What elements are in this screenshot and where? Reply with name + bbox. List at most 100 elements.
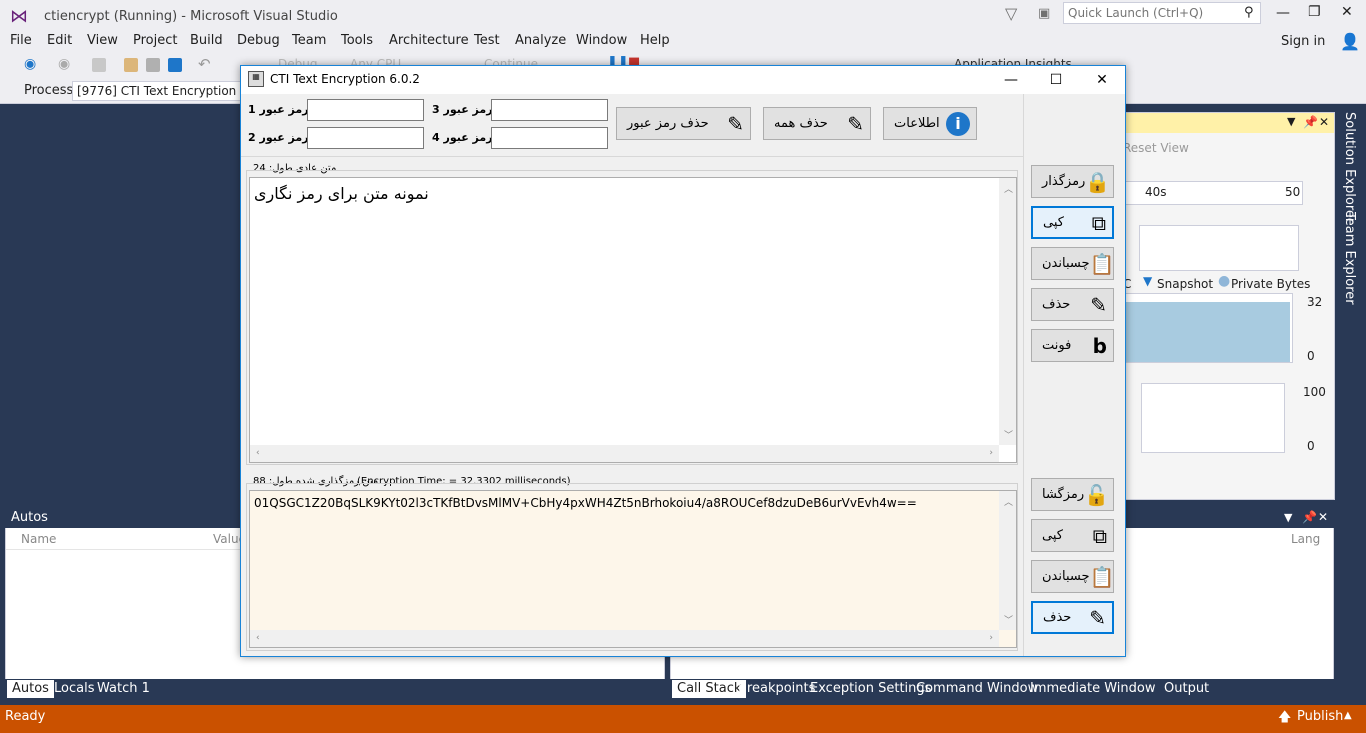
callstack-close-icon[interactable]: ✕ — [1318, 510, 1328, 524]
callstack-col-lang[interactable]: Lang — [1291, 532, 1320, 546]
tab-output[interactable]: Output — [1159, 680, 1214, 698]
timeline-40s: 40s — [1145, 185, 1167, 199]
open-file-icon[interactable] — [124, 58, 138, 72]
snapshot-icon: ▼ — [1143, 274, 1153, 288]
cti-minimize-icon[interactable]: — — [988, 66, 1034, 94]
font-button[interactable]: فونت b — [1031, 329, 1114, 362]
quick-launch-input[interactable] — [1063, 2, 1261, 24]
password-2-input[interactable] — [307, 127, 424, 149]
save-icon[interactable] — [146, 58, 160, 72]
info-icon: i — [946, 111, 970, 136]
tab-autos[interactable]: Autos — [7, 680, 54, 698]
font-label: فونت — [1042, 338, 1072, 353]
password-4-input[interactable] — [491, 127, 608, 149]
cipher-text-area[interactable]: 01QSGC1Z20BqSLK9KYt02l3cTKfBtDvsMlMV+CbH… — [249, 490, 1017, 648]
save-all-icon[interactable] — [168, 58, 182, 72]
paste-cipher-button[interactable]: چسباندن 📋 — [1031, 560, 1114, 593]
scroll-down-icon[interactable]: ﹀ — [1004, 613, 1013, 626]
menu-team[interactable]: Team — [292, 33, 326, 48]
pin-icon[interactable]: 📌 — [1303, 115, 1318, 129]
delete-cipher-button[interactable]: حذف ✎ — [1031, 601, 1114, 634]
cipher-vertical-scrollbar[interactable]: ︿ ﹀ — [999, 491, 1016, 630]
cti-dialog: ▦ CTI Text Encryption 6.0.2 — ☐ ✕ رمز عب… — [240, 65, 1126, 657]
menu-window[interactable]: Window — [576, 33, 627, 48]
menu-debug[interactable]: Debug — [237, 33, 280, 48]
tab-command-window[interactable]: Command Window — [911, 680, 1043, 698]
scroll-right-icon[interactable]: › — [989, 448, 993, 458]
autos-col-name[interactable]: Name — [21, 532, 56, 546]
cti-maximize-icon[interactable]: ☐ — [1033, 66, 1079, 94]
plain-vertical-scrollbar[interactable]: ︿ ﹀ — [999, 178, 1016, 445]
menu-test[interactable]: Test — [474, 33, 500, 48]
legend-private-bytes: Private Bytes — [1231, 277, 1311, 291]
menu-analyze[interactable]: Analyze — [515, 33, 566, 48]
paste-icon: 📋 — [1089, 251, 1115, 276]
info-button[interactable]: اطلاعات i — [883, 107, 977, 140]
feedback-icon[interactable]: ▣ — [1038, 6, 1050, 21]
menu-project[interactable]: Project — [133, 33, 177, 48]
password-1-input[interactable] — [307, 99, 424, 121]
callstack-pin-icon[interactable]: 📌 — [1302, 510, 1317, 524]
forward-icon[interactable]: ◉ — [58, 56, 70, 72]
cpu-min-label: 0 — [1307, 439, 1315, 453]
clear-all-button[interactable]: حذف همه ✎ — [763, 107, 871, 140]
right-panel-separator — [1023, 94, 1024, 656]
tab-solution-explorer[interactable]: Solution Explorer — [1342, 112, 1357, 223]
scroll-right-icon[interactable]: › — [989, 633, 993, 643]
menu-architecture[interactable]: Architecture — [389, 33, 469, 48]
undo-icon[interactable]: ↶ — [198, 55, 211, 73]
font-icon: b — [1092, 333, 1107, 358]
filter-icon[interactable]: ▽ — [1005, 4, 1017, 23]
menu-view[interactable]: View — [87, 33, 118, 48]
menu-file[interactable]: File — [10, 33, 32, 48]
menu-tools[interactable]: Tools — [341, 33, 373, 48]
clear-all-label: حذف همه — [774, 116, 828, 131]
tab-team-explorer[interactable]: Team Explorer — [1342, 212, 1357, 305]
sign-in-link[interactable]: Sign in — [1281, 34, 1325, 49]
clear-passwords-button[interactable]: حذف رمز عبور ✎ — [616, 107, 751, 140]
account-icon[interactable]: 👤 — [1340, 32, 1360, 51]
menu-edit[interactable]: Edit — [47, 33, 72, 48]
dropdown-icon[interactable]: ▼ — [1287, 115, 1295, 128]
paste-plain-label: چسباندن — [1042, 256, 1090, 271]
scroll-up-icon[interactable]: ︿ — [1004, 182, 1013, 195]
restore-icon[interactable]: ❐ — [1308, 4, 1321, 20]
plain-text-area[interactable]: نمونه متن برای رمز نگاری ︿ ﹀ ‹ › — [249, 177, 1017, 463]
scroll-left-icon[interactable]: ‹ — [256, 448, 260, 458]
decrypt-button[interactable]: رمزگشا 🔓 — [1031, 478, 1114, 511]
password-3-input[interactable] — [491, 99, 608, 121]
scroll-up-icon[interactable]: ︿ — [1004, 495, 1013, 508]
new-project-icon[interactable] — [92, 58, 106, 72]
minimize-icon[interactable]: — — [1276, 5, 1290, 21]
cti-close-icon[interactable]: ✕ — [1079, 66, 1125, 94]
scroll-left-icon[interactable]: ‹ — [256, 633, 260, 643]
unlock-icon: 🔓 — [1084, 482, 1110, 507]
copy-icon: ⧉ — [1092, 523, 1107, 548]
tab-watch-1[interactable]: Watch 1 — [92, 680, 155, 698]
password-2-label: رمز عبور 2 — [248, 131, 309, 144]
paste-plain-button[interactable]: چسباندن 📋 — [1031, 247, 1114, 280]
back-icon[interactable]: ◉ — [24, 56, 36, 72]
eraser-icon: ✎ — [847, 111, 864, 136]
copy-plain-button[interactable]: کپی ⧉ — [1031, 206, 1114, 239]
callstack-dropdown-icon[interactable]: ▼ — [1284, 511, 1292, 524]
tab-immediate-window[interactable]: Immediate Window — [1025, 680, 1160, 698]
publish-button[interactable]: Publish — [1297, 709, 1343, 724]
eraser-icon: ✎ — [1090, 292, 1107, 317]
menu-help[interactable]: Help — [640, 33, 670, 48]
publish-arrow-icon[interactable]: ▲ — [1344, 710, 1352, 721]
process-dropdown[interactable]: [9776] CTI Text Encryption 6.0.v — [72, 81, 242, 101]
plain-horizontal-scrollbar[interactable]: ‹ › — [250, 445, 999, 462]
delete-plain-button[interactable]: حذف ✎ — [1031, 288, 1114, 321]
copy-cipher-button[interactable]: کپی ⧉ — [1031, 519, 1114, 552]
scroll-down-icon[interactable]: ﹀ — [1004, 428, 1013, 441]
memory-min-label: 0 — [1307, 349, 1315, 363]
menu-build[interactable]: Build — [190, 33, 223, 48]
status-bar: Ready 🡅 Publish ▲ — [0, 705, 1366, 733]
encrypt-button[interactable]: رمزگذار 🔒 — [1031, 165, 1114, 198]
close-icon[interactable]: ✕ — [1341, 4, 1353, 20]
reset-view-link[interactable]: Reset View — [1123, 141, 1189, 155]
diag-close-icon[interactable]: ✕ — [1319, 115, 1329, 129]
publish-icon[interactable]: 🡅 — [1278, 708, 1291, 730]
cipher-horizontal-scrollbar[interactable]: ‹ › — [250, 630, 999, 647]
